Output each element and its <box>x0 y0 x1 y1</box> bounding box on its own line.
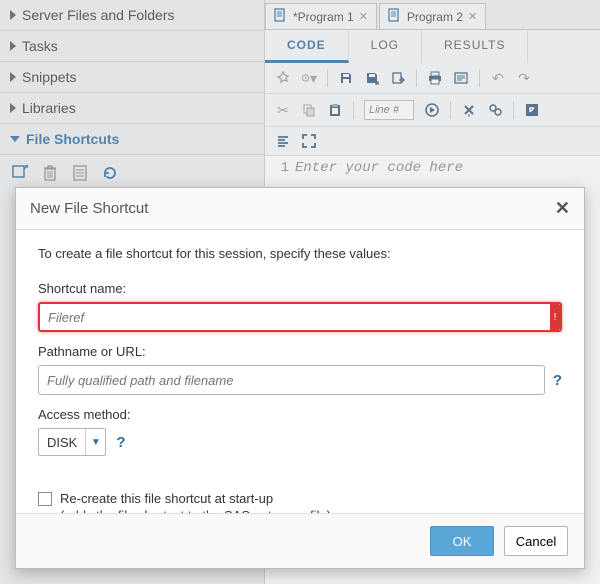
dialog-header: New File Shortcut ✕ <box>16 188 584 230</box>
pathname-input[interactable] <box>38 365 545 395</box>
recreate-checkbox-row: Re-create this file shortcut at start-up… <box>38 490 562 513</box>
recreate-label: Re-create this file shortcut at start-up <box>60 490 331 508</box>
error-flag-icon: ! <box>550 304 560 330</box>
dialog-intro: To create a file shortcut for this sessi… <box>38 246 562 261</box>
pathname-label: Pathname or URL: <box>38 344 562 359</box>
chevron-down-icon[interactable]: ▼ <box>85 429 105 455</box>
shortcut-name-label: Shortcut name: <box>38 281 562 296</box>
access-method-value: DISK <box>39 429 85 455</box>
dialog-body: To create a file shortcut for this sessi… <box>16 230 584 513</box>
pathname-row: ? <box>38 365 562 395</box>
access-method-row: DISK ▼ ? <box>38 428 562 456</box>
ok-button[interactable]: OK <box>430 526 494 556</box>
new-file-shortcut-dialog: New File Shortcut ✕ To create a file sho… <box>15 187 585 569</box>
recreate-checkbox[interactable] <box>38 492 52 506</box>
shortcut-name-wrap: ! <box>38 302 562 332</box>
cancel-button[interactable]: Cancel <box>504 526 568 556</box>
close-icon[interactable]: ✕ <box>555 198 570 219</box>
dialog-title: New File Shortcut <box>30 200 148 217</box>
help-icon[interactable]: ? <box>553 372 562 389</box>
access-method-label: Access method: <box>38 407 562 422</box>
access-method-select[interactable]: DISK ▼ <box>38 428 106 456</box>
help-icon[interactable]: ? <box>116 434 125 451</box>
shortcut-name-input[interactable] <box>38 302 562 332</box>
dialog-footer: OK Cancel <box>16 513 584 568</box>
